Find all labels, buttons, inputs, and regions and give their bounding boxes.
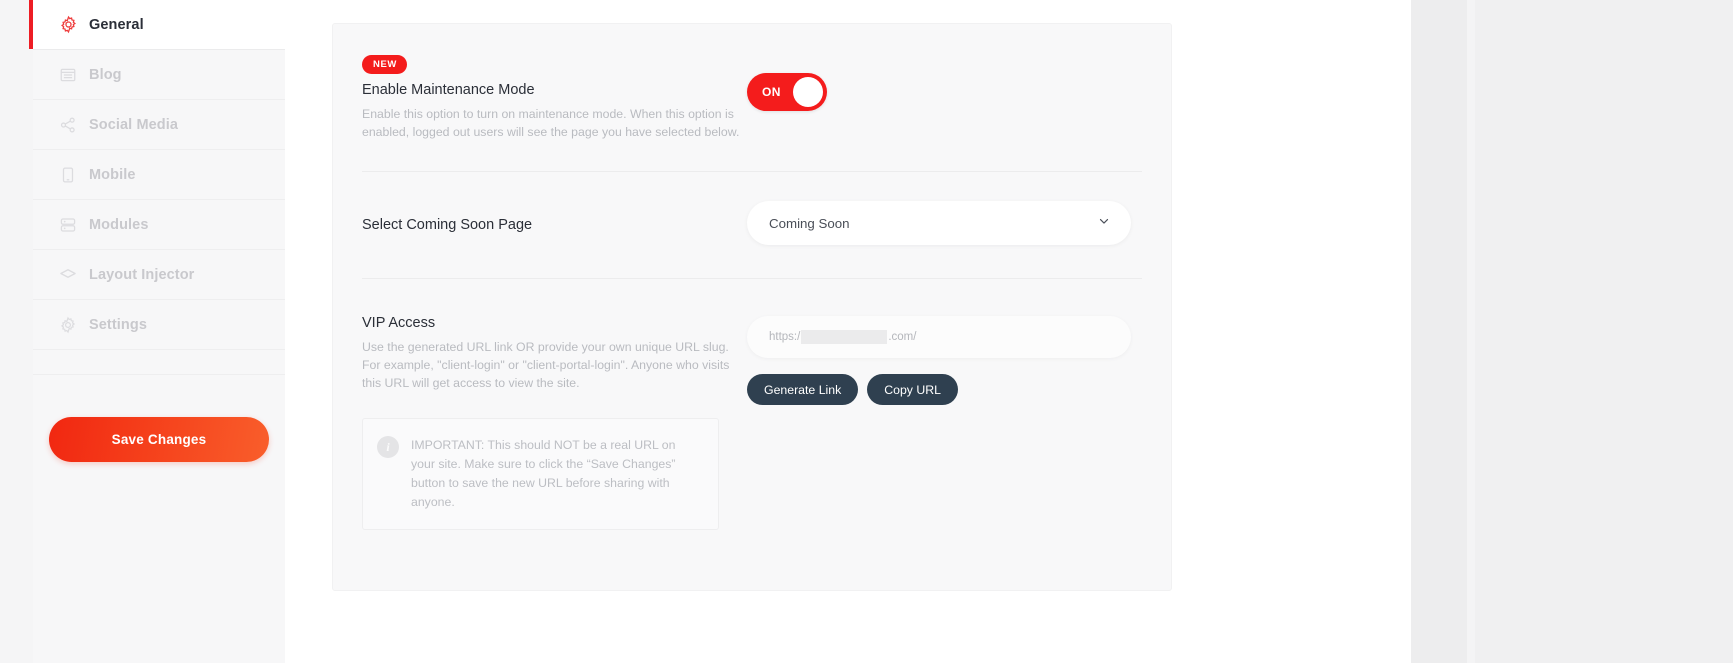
info-icon: i — [377, 436, 399, 458]
left-gutter — [0, 0, 33, 663]
sidebar-item-general[interactable]: General — [29, 0, 285, 50]
sidebar-item-settings[interactable]: Settings — [33, 300, 285, 350]
sidebar-item-label: Layout Injector — [89, 266, 195, 283]
sidebar-item-label: Blog — [89, 66, 122, 83]
sidebar-item-blog[interactable]: Blog — [33, 50, 285, 100]
vip-access-description: Use the generated URL link OR provide yo… — [362, 340, 730, 390]
maintenance-mode-control: ON — [747, 51, 1142, 141]
window-chrome-band-left — [1411, 0, 1467, 663]
general-settings-card: NEW Enable Maintenance Mode Enable this … — [332, 23, 1172, 591]
vip-url-input[interactable]: https:/ .com/ — [747, 316, 1131, 358]
sidebar-item-label: General — [89, 16, 144, 33]
vip-access-info: VIP Access Use the generated URL link OR… — [362, 312, 747, 530]
layers-icon — [58, 265, 78, 285]
coming-soon-page-select[interactable]: Coming Soon — [747, 201, 1131, 245]
vip-url-prefix: https:/ — [769, 331, 801, 343]
gear-icon — [58, 15, 78, 35]
window-chrome-band-right — [1475, 0, 1733, 663]
vip-access-control: https:/ .com/ Generate Link Copy URL — [747, 312, 1142, 530]
sidebar-item-label: Modules — [89, 216, 149, 233]
sidebar-item-label: Settings — [89, 316, 147, 333]
sidebar-item-modules[interactable]: Modules — [33, 200, 285, 250]
sidebar-item-layout-injector[interactable]: Layout Injector — [33, 250, 285, 300]
vip-access-notice-text: IMPORTANT: This should NOT be a real URL… — [411, 438, 676, 509]
toggle-state-label: ON — [762, 85, 781, 99]
coming-soon-control: Coming Soon — [747, 201, 1142, 245]
sidebar-item-mobile[interactable]: Mobile — [33, 150, 285, 200]
vip-access-buttons: Generate Link Copy URL — [747, 374, 1142, 405]
coming-soon-selected-value: Coming Soon — [769, 215, 850, 231]
share-icon — [58, 115, 78, 135]
sidebar-item-label: Social Media — [89, 116, 179, 133]
new-badge: NEW — [362, 55, 407, 74]
maintenance-mode-info: NEW Enable Maintenance Mode Enable this … — [362, 51, 747, 141]
settings-gear-icon — [58, 315, 78, 335]
vip-access-title: VIP Access — [362, 315, 436, 331]
sidebar-item-label: Mobile — [89, 166, 136, 183]
coming-soon-row: Select Coming Soon Page Coming Soon — [333, 172, 1171, 278]
main-content: NEW Enable Maintenance Mode Enable this … — [285, 0, 1411, 663]
save-changes-button[interactable]: Save Changes — [49, 417, 269, 462]
blog-icon — [58, 65, 78, 85]
toggle-knob[interactable] — [793, 77, 823, 107]
mobile-icon — [58, 165, 78, 185]
coming-soon-info: Select Coming Soon Page — [362, 214, 747, 233]
coming-soon-label: Select Coming Soon Page — [362, 216, 533, 233]
maintenance-mode-description: Enable this option to turn on maintenanc… — [362, 107, 740, 139]
maintenance-mode-toggle[interactable]: ON — [747, 73, 827, 111]
vip-url-redacted-domain — [801, 330, 888, 344]
modules-icon — [58, 215, 78, 235]
sidebar-item-social-media[interactable]: Social Media — [33, 100, 285, 150]
vip-access-notice: i IMPORTANT: This should NOT be a real U… — [362, 418, 719, 530]
generate-link-button[interactable]: Generate Link — [747, 374, 859, 405]
copy-url-button[interactable]: Copy URL — [867, 374, 958, 405]
vip-access-row: VIP Access Use the generated URL link OR… — [333, 279, 1171, 530]
sidebar-divider — [33, 350, 285, 375]
maintenance-mode-title: Enable Maintenance Mode — [362, 82, 535, 98]
vip-url-suffix: .com/ — [888, 331, 917, 343]
save-button-container: Save Changes — [33, 375, 285, 462]
maintenance-mode-row: NEW Enable Maintenance Mode Enable this … — [333, 24, 1171, 171]
settings-sidebar: General Blog Social Media Mobile Modules… — [29, 0, 285, 663]
window-chrome-band-middle — [1467, 0, 1475, 663]
chevron-down-icon[interactable] — [1097, 214, 1111, 233]
app-root: General Blog Social Media Mobile Modules… — [0, 0, 1733, 663]
